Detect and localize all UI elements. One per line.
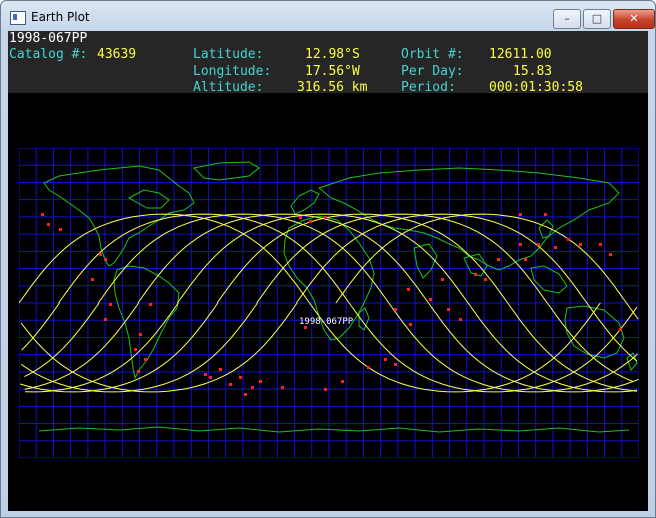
ground-station-dot <box>204 373 207 376</box>
ground-station-dot <box>599 243 602 246</box>
ground-station-dot <box>554 246 557 249</box>
satellite-name: 1998-067PP <box>9 31 88 46</box>
ground-station-dot <box>149 303 152 306</box>
satellite-label: 1998-067PP <box>299 317 354 327</box>
ground-station-dot <box>104 258 107 261</box>
ground-station-dot <box>41 213 44 216</box>
ground-station-dot <box>47 223 50 226</box>
latitude-label: Latitude: <box>193 47 264 62</box>
window-title: Earth Plot <box>31 10 90 24</box>
ground-station-dot <box>59 228 62 231</box>
ground-station-dot <box>324 388 327 391</box>
period-label: Period: <box>401 80 456 95</box>
ground-station-dot <box>139 333 142 336</box>
ground-station-dot <box>109 303 112 306</box>
ground-station-dot <box>99 253 102 256</box>
perday-label: Per Day: <box>401 64 464 79</box>
ground-station-dot <box>484 278 487 281</box>
ground-station-dot <box>137 370 140 373</box>
ground-station-dot <box>299 216 302 219</box>
ground-station-dot <box>447 308 450 311</box>
minimize-button[interactable]: – <box>553 9 581 29</box>
longitude-label: Longitude: <box>193 64 272 79</box>
title-bar[interactable]: Earth Plot – □ ✕ <box>1 1 655 31</box>
ground-station-dot <box>239 376 242 379</box>
period-value: 000:01:30:58 <box>489 80 583 95</box>
ground-station-dot <box>91 278 94 281</box>
ground-station-dot <box>609 253 612 256</box>
earth-plot-window: Earth Plot – □ ✕ 1998-067PP Catalog #: 4… <box>0 0 656 518</box>
ground-station-dot <box>409 323 412 326</box>
plot-client-area: 1998-067PP Catalog #: 43639 Latitude: 12… <box>8 31 648 511</box>
ground-station-dot <box>104 318 107 321</box>
app-icon <box>10 11 26 25</box>
ground-station-dot <box>259 380 262 383</box>
ground-station-dot <box>341 380 344 383</box>
perday-value: 15.83 <box>513 64 553 79</box>
ground-station-dot <box>244 393 247 396</box>
ground-station-dot <box>394 363 397 366</box>
ground-station-dot <box>251 386 254 389</box>
ground-station-dot <box>367 366 370 369</box>
ground-station-dot <box>407 288 410 291</box>
ground-station-dot <box>429 298 432 301</box>
ground-station-dot <box>219 368 222 371</box>
ground-station-dot <box>474 273 477 276</box>
world-map[interactable]: 1998-067PP <box>19 148 639 458</box>
catalog-value: 43639 <box>97 47 137 62</box>
ground-station-dot <box>394 308 397 311</box>
ground-station-dot <box>519 213 522 216</box>
ground-station-dot <box>309 220 312 223</box>
ground-station-dot <box>567 238 570 241</box>
catalog-label: Catalog #: <box>9 47 88 62</box>
ground-station-dot <box>384 358 387 361</box>
ground-station-dot <box>134 348 137 351</box>
ground-station-dot <box>281 386 284 389</box>
orbit-label: Orbit #: <box>401 47 464 62</box>
ground-station-dot <box>619 328 622 331</box>
ground-station-dot <box>441 278 444 281</box>
altitude-label: Altitude: <box>193 80 264 95</box>
longitude-value: 17.56°W <box>305 64 360 79</box>
ground-station-dot <box>579 243 582 246</box>
ground-station-dot <box>497 258 500 261</box>
ground-station-dot <box>144 358 147 361</box>
ground-station-dot <box>229 383 232 386</box>
ground-station-dot <box>459 318 462 321</box>
ground-station-dot <box>524 258 527 261</box>
ground-station-dot <box>209 376 212 379</box>
maximize-button[interactable]: □ <box>583 9 611 29</box>
latitude-value: 12.98°S <box>305 47 360 62</box>
orbit-value: 12611.00 <box>489 47 552 62</box>
ground-station-dot <box>544 213 547 216</box>
info-header: 1998-067PP Catalog #: 43639 Latitude: 12… <box>8 31 648 95</box>
ground-station-dot <box>324 216 327 219</box>
ground-station-dot <box>519 243 522 246</box>
altitude-value: 316.56 km <box>297 80 368 95</box>
ground-station-dot <box>537 243 540 246</box>
close-button[interactable]: ✕ <box>613 9 655 29</box>
